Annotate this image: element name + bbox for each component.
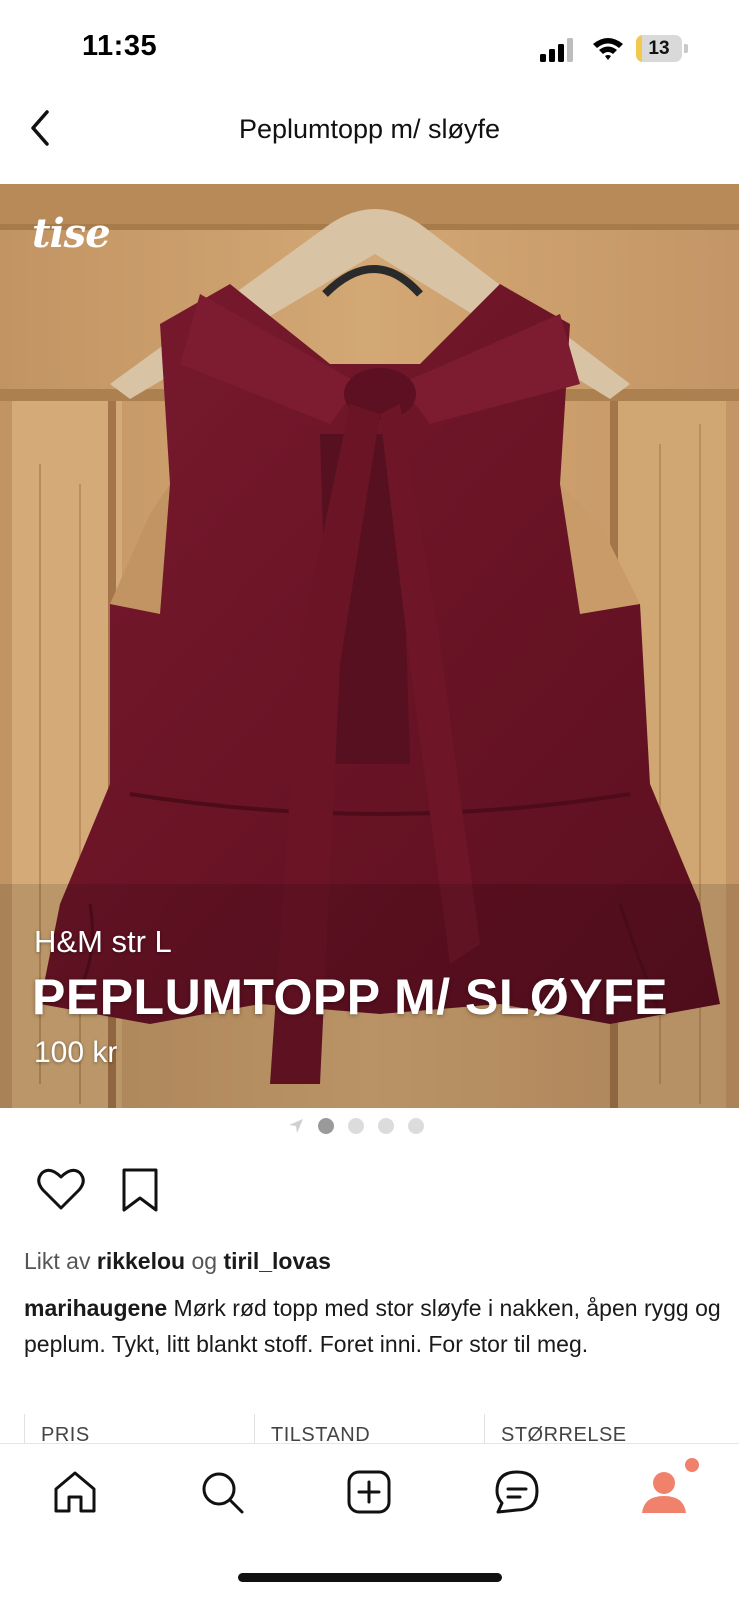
page-title: Peplumtopp m/ sløyfe [238, 114, 501, 144]
tab-add[interactable] [341, 1464, 397, 1520]
heart-icon [37, 1168, 85, 1210]
tab-profile[interactable] [636, 1464, 692, 1520]
status-time: 11:35 [82, 30, 158, 62]
tab-messages[interactable] [489, 1464, 545, 1520]
listing-price: 100 kr [34, 1036, 118, 1069]
listing-image[interactable]: tise H&M str L PEPLUMTOPP M/ SLØYFE 100 … [0, 184, 739, 1108]
location-arrow-icon [289, 1119, 303, 1133]
pager-dot[interactable] [378, 1118, 394, 1134]
liked-by-conjunction: og [191, 1248, 218, 1274]
info-column-header: TILSTAND [255, 1414, 485, 1444]
info-column-header: PRIS [25, 1414, 255, 1444]
pager-dot[interactable] [408, 1118, 424, 1134]
info-column-header: STØRRELSE [501, 1424, 627, 1444]
pager-dot[interactable] [348, 1118, 364, 1134]
messages-icon [495, 1470, 539, 1514]
liked-by-prefix: Likt av [24, 1248, 91, 1274]
status-bar: 11:35 13 [0, 0, 739, 100]
seller-username[interactable]: marihaugene [24, 1295, 167, 1321]
battery-level: 13 [648, 38, 670, 59]
add-icon [347, 1470, 391, 1514]
image-pager [288, 1116, 424, 1136]
brand-size-label: H&M str L [34, 924, 172, 959]
info-table: PRIS TILSTAND STØRRELSE [24, 1414, 714, 1444]
tab-search[interactable] [194, 1464, 250, 1520]
listing-description: marihaugene Mørk rød topp med stor sløyf… [24, 1290, 724, 1362]
tab-home[interactable] [47, 1464, 103, 1520]
battery-icon: 13 [636, 35, 688, 62]
notification-badge [685, 1458, 699, 1472]
liked-by-user-link[interactable]: tiril_lovas [223, 1248, 330, 1274]
liked-by-text: Likt av rikkelou og tiril_lovas [24, 1248, 331, 1275]
save-button[interactable] [120, 1166, 160, 1214]
tise-watermark: tise [32, 210, 111, 257]
search-icon [202, 1472, 244, 1514]
wifi-icon [593, 38, 623, 60]
liked-by-user-link[interactable]: rikkelou [97, 1248, 185, 1274]
signal-icon [540, 38, 573, 62]
like-button[interactable] [36, 1166, 86, 1212]
home-indicator [238, 1573, 502, 1582]
listing-title: PEPLUMTOPP M/ SLØYFE [32, 969, 669, 1025]
profile-icon [642, 1472, 686, 1513]
nav-header: Peplumtopp m/ sløyfe [0, 100, 739, 184]
home-icon [54, 1471, 96, 1513]
pager-dot[interactable] [318, 1118, 334, 1134]
bookmark-icon [122, 1168, 158, 1212]
